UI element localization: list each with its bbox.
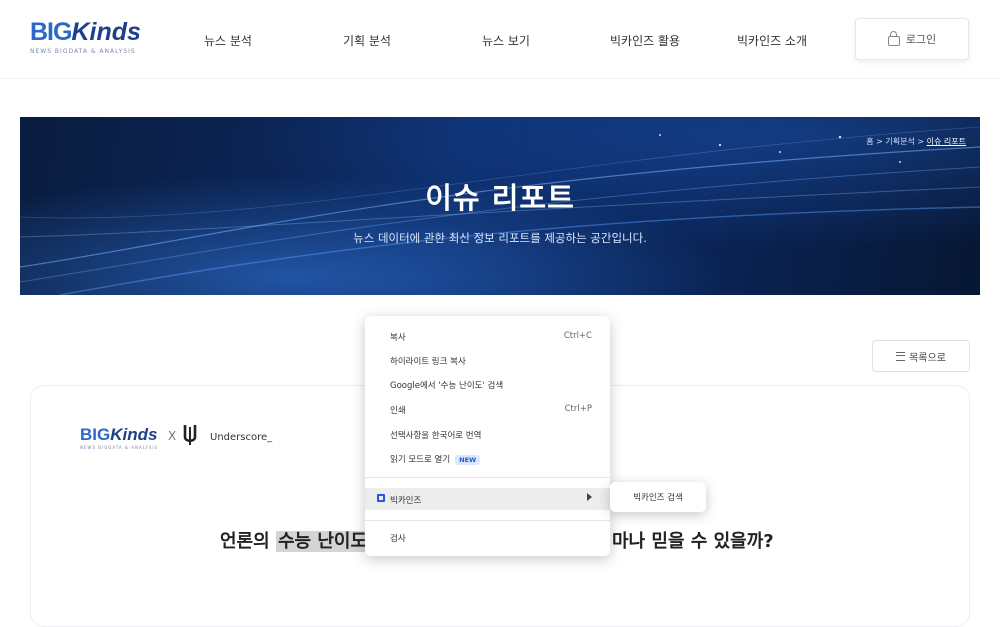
reading-mode-label: 읽기 모드로 열기: [390, 455, 451, 465]
breadcrumb-home[interactable]: 홈: [866, 137, 873, 146]
login-label: 로그인: [905, 33, 937, 46]
partner-name: Underscore_: [210, 432, 273, 443]
submenu-arrow-icon: [587, 493, 592, 501]
shortcut-print: Ctrl+P: [564, 404, 592, 414]
shortcut-copy: Ctrl+C: [563, 331, 592, 341]
back-to-list-label: 목록으로: [909, 352, 946, 364]
headline-selected-text[interactable]: 수능 난이도: [275, 531, 370, 552]
article-bigkinds-logo: BIGKinds NEWS BIGDATA & ANALYSIS: [80, 425, 157, 453]
menu-item-reading-mode[interactable]: 읽기 모드로 열기 NEW: [390, 453, 481, 465]
underscore-logo-icon: [183, 425, 197, 445]
bigkinds-extension-icon: [377, 494, 385, 502]
breadcrumb-separator: >: [917, 137, 925, 146]
headline-prefix: 언론의: [220, 531, 276, 552]
menu-item-copy-highlight-link[interactable]: 하이라이트 링크 복사: [390, 355, 466, 367]
article-headline-end: 마나 믿을 수 있을까?: [612, 531, 774, 552]
menu-item-translate[interactable]: 선택사항을 한국어로 번역: [390, 429, 481, 441]
nav-item-bigkinds-use[interactable]: 빅카인즈 활용: [610, 32, 680, 49]
page-banner: 홈 > 기획분석 > 이슈 리포트 이슈 리포트 뉴스 데이터에 관한 최신 정…: [20, 117, 980, 295]
list-icon: [896, 351, 906, 361]
logo-tagline: NEWS BIGDATA & ANALYSIS: [30, 48, 136, 55]
article-headline-start: 언론의 수능 난이도: [220, 527, 370, 553]
bigkinds-logo[interactable]: BIGKinds NEWS BIGDATA & ANALYSIS: [30, 18, 141, 60]
login-button[interactable]: 로그인: [855, 18, 969, 60]
menu-separator: [365, 520, 610, 521]
new-badge: NEW: [455, 455, 481, 465]
menu-item-inspect[interactable]: 검사: [390, 532, 406, 544]
collaboration-x: X: [168, 429, 177, 443]
logo-kinds: Kinds: [71, 18, 141, 46]
article-logo-big: BIG: [80, 425, 111, 444]
nav-item-news-view[interactable]: 뉴스 보기: [482, 32, 530, 49]
page-title: 이슈 리포트: [425, 181, 575, 215]
top-navigation-bar: BIGKinds NEWS BIGDATA & ANALYSIS 뉴스 분석 기…: [0, 0, 1000, 79]
menu-separator: [365, 477, 610, 478]
context-menu: 복사 Ctrl+C 하이라이트 링크 복사 Google에서 '수능 난이도' …: [365, 316, 610, 556]
breadcrumb-current[interactable]: 이슈 리포트: [927, 137, 966, 146]
nav-item-feature-analysis[interactable]: 기획 분석: [343, 32, 391, 49]
nav-item-bigkinds-about[interactable]: 빅카인즈 소개: [737, 32, 807, 49]
logo-big: BIG: [30, 18, 72, 46]
breadcrumb: 홈 > 기획분석 > 이슈 리포트: [866, 136, 966, 147]
menu-item-bigkinds[interactable]: 빅카인즈: [390, 494, 421, 506]
menu-item-copy[interactable]: 복사: [390, 331, 406, 343]
breadcrumb-parent[interactable]: 기획분석: [885, 137, 914, 146]
submenu-bigkinds-search[interactable]: 빅카인즈 검색: [610, 482, 706, 512]
lock-icon: [887, 31, 900, 46]
article-logo-tagline: NEWS BIGDATA & ANALYSIS: [80, 445, 159, 450]
article-logo-kinds: Kinds: [110, 425, 158, 444]
menu-item-google-search[interactable]: Google에서 '수능 난이도' 검색: [390, 379, 503, 391]
breadcrumb-separator: >: [876, 137, 883, 146]
back-to-list-button[interactable]: 목록으로: [872, 340, 970, 372]
nav-item-news-analysis[interactable]: 뉴스 분석: [204, 32, 252, 49]
page-subtitle: 뉴스 데이터에 관한 최신 정보 리포트를 제공하는 공간입니다.: [353, 231, 647, 245]
menu-item-print[interactable]: 인쇄: [390, 404, 406, 416]
